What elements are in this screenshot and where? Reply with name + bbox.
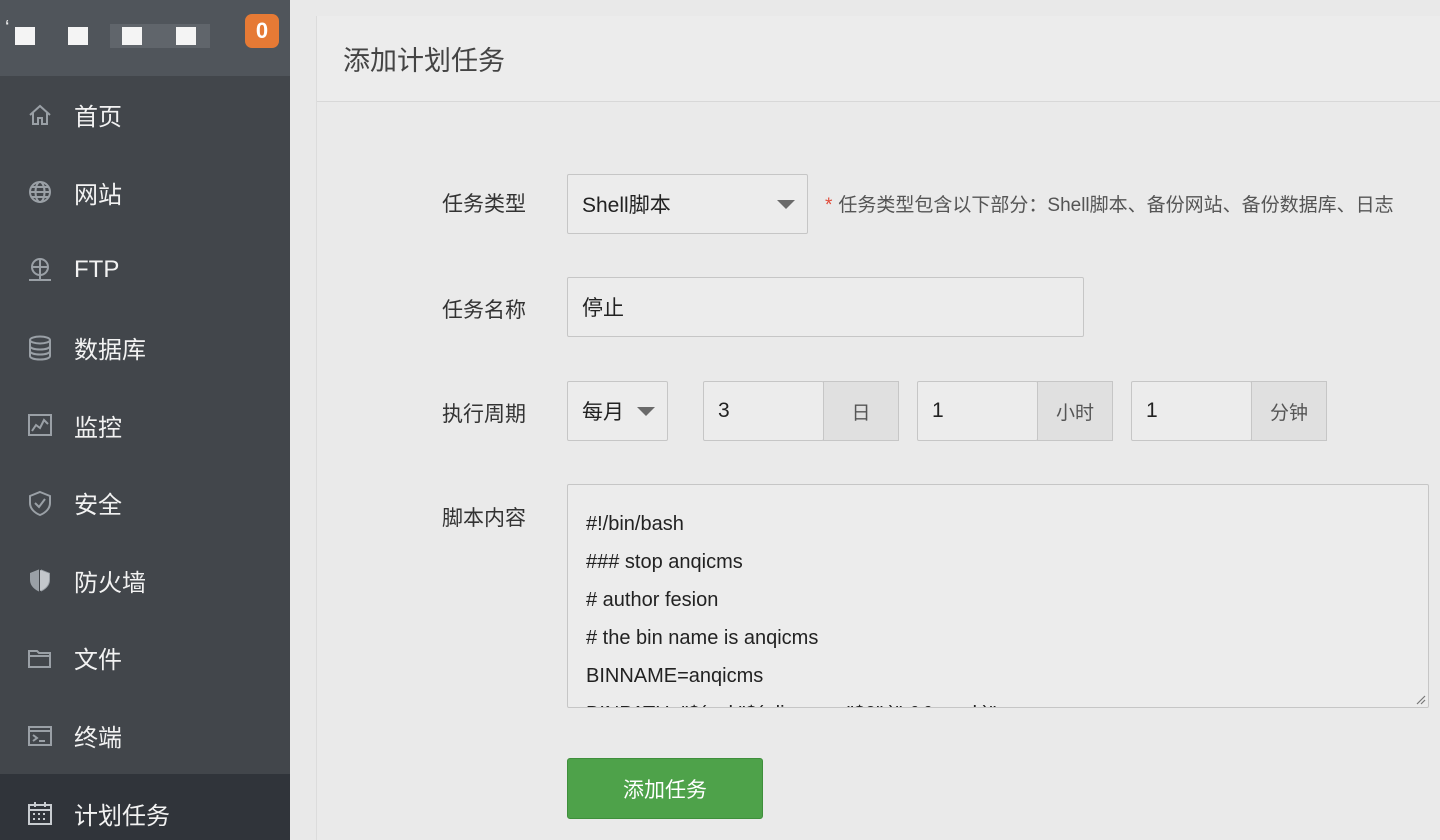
sidebar-item-security[interactable]: 安全: [0, 464, 290, 542]
sidebar-item-label: 防火墙: [74, 569, 146, 597]
minute-input[interactable]: 1: [1131, 381, 1252, 441]
script-line: BINNAME=anqicms: [586, 665, 764, 687]
task-name-input[interactable]: 停止: [567, 277, 1084, 337]
script-line: # author fesion: [586, 589, 719, 611]
script-line: ### stop anqicms: [586, 551, 743, 573]
script-line: # the bin name is anqicms: [586, 627, 819, 649]
chevron-down-icon: [637, 407, 655, 416]
add-task-button[interactable]: 添加任务: [567, 758, 763, 819]
sidebar-item-label: 监控: [74, 414, 122, 442]
shield-check-icon: [26, 489, 54, 517]
server-info-block: [176, 27, 196, 45]
task-name-value: 停止: [582, 297, 624, 320]
sidebar-item-terminal[interactable]: 终端: [0, 697, 290, 775]
minute-unit: 分钟: [1251, 381, 1327, 441]
hour-unit: 小时: [1037, 381, 1113, 441]
task-type-label: 任务类型: [442, 193, 526, 216]
script-line: BINPATH="$( cd "$( dirname "$0" )" && pw…: [586, 695, 1428, 707]
period-cycle-select[interactable]: 每月: [567, 381, 668, 441]
script-textarea[interactable]: #!/bin/bash ### stop anqicms # author fe…: [567, 484, 1429, 708]
home-icon: [26, 101, 54, 129]
task-name-label: 任务名称: [442, 299, 526, 322]
add-cron-panel: 添加计划任务 任务类型 Shell脚本 * 任务类型包含以下部分：Shell脚本、…: [316, 16, 1440, 840]
notification-badge[interactable]: 0: [245, 14, 279, 48]
sidebar-item-firewall[interactable]: 防火墙: [0, 542, 290, 620]
sidebar-item-database[interactable]: 数据库: [0, 309, 290, 387]
terminal-icon: [26, 722, 54, 750]
server-info-block: [15, 27, 35, 45]
database-icon: [26, 334, 54, 362]
monitor-chart-icon: [26, 411, 54, 439]
minute-value: 1: [1146, 399, 1158, 422]
sidebar-item-monitor[interactable]: 监控: [0, 386, 290, 464]
sidebar-item-ftp[interactable]: FTP: [0, 231, 290, 309]
server-info-block: [122, 27, 142, 45]
sidebar-item-website[interactable]: 网站: [0, 154, 290, 232]
sidebar-item-label: 计划任务: [74, 802, 170, 830]
task-type-hint: * 任务类型包含以下部分：Shell脚本、备份网站、备份数据库、日志: [825, 190, 1394, 217]
day-input[interactable]: 3: [703, 381, 824, 441]
page-title: 添加计划任务: [317, 16, 1440, 102]
sidebar: ʻ 0 首页 网站 FTP 数据库 监控 安全 防火墙 文件 终端 计划任务: [0, 0, 290, 840]
sidebar-item-label: 安全: [74, 492, 122, 520]
sidebar-item-cron[interactable]: 计划任务: [0, 774, 290, 840]
period-cycle-value: 每月: [582, 401, 624, 424]
logo-icon: ʻ: [5, 18, 10, 40]
server-info-block: [68, 27, 88, 45]
ftp-icon: [26, 256, 54, 284]
task-type-hint-text: 任务类型包含以下部分：Shell脚本、备份网站、备份数据库、日志: [838, 195, 1394, 216]
sidebar-item-files[interactable]: 文件: [0, 619, 290, 697]
script-label: 脚本内容: [442, 507, 526, 530]
calendar-icon: [26, 799, 54, 827]
sidebar-nav: 首页 网站 FTP 数据库 监控 安全 防火墙 文件 终端 计划任务: [0, 76, 290, 840]
hour-value: 1: [932, 399, 944, 422]
firewall-shield-icon: [26, 566, 54, 594]
resize-handle-icon[interactable]: [1414, 693, 1426, 705]
required-star: *: [825, 195, 833, 216]
task-type-value: Shell脚本: [582, 194, 671, 217]
day-value: 3: [718, 399, 730, 422]
day-unit: 日: [823, 381, 899, 441]
sidebar-item-label: 网站: [74, 181, 122, 209]
sidebar-item-home[interactable]: 首页: [0, 76, 290, 154]
task-type-select[interactable]: Shell脚本: [567, 174, 808, 234]
sidebar-item-label: 文件: [74, 647, 122, 675]
period-label: 执行周期: [442, 403, 526, 426]
sidebar-item-label: 首页: [74, 104, 122, 132]
sidebar-item-label: 数据库: [74, 337, 146, 365]
globe-icon: [26, 178, 54, 206]
sidebar-item-label: 终端: [74, 725, 122, 753]
hour-input[interactable]: 1: [917, 381, 1038, 441]
folder-icon: [26, 644, 54, 672]
script-line: #!/bin/bash: [586, 513, 684, 535]
sidebar-header: ʻ 0: [0, 0, 290, 76]
chevron-down-icon: [777, 200, 795, 209]
sidebar-item-label: FTP: [74, 255, 120, 283]
